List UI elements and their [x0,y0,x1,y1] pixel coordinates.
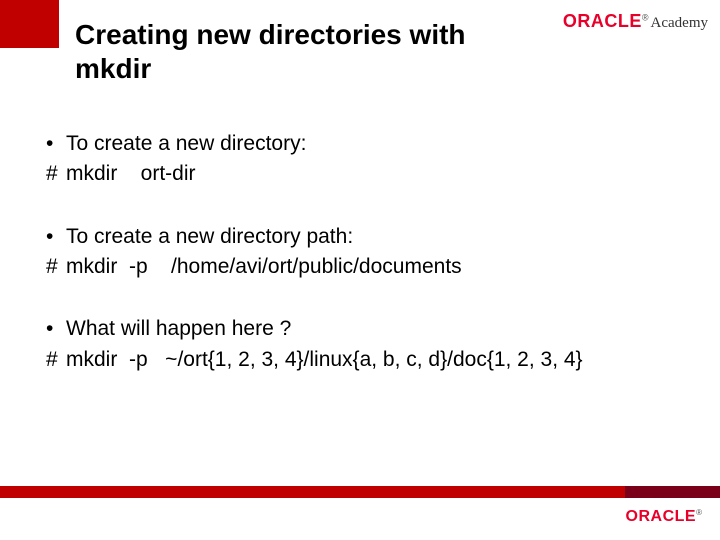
slide-title: Creating new directories with mkdir [75,18,515,85]
command-line: # mkdir -p /home/avi/ort/public/document… [46,253,676,281]
bullet-group: • What will happen here ? # mkdir -p ~/o… [46,315,676,374]
oracle-footer-logo: ORACLE® [626,508,702,526]
command-line: # mkdir ort-dir [46,160,676,188]
bullet-group: • To create a new directory path: # mkdi… [46,223,676,282]
command-text: mkdir -p /home/avi/ort/public/documents [66,253,676,281]
bullet-text: To create a new directory: [66,130,676,158]
command-text: mkdir -p ~/ort{1, 2, 3, 4}/linux{a, b, c… [66,346,676,374]
accent-block [0,0,59,48]
bullet-icon: • [46,130,66,158]
slide-body: • To create a new directory: # mkdir ort… [46,130,676,408]
bullet-text: To create a new directory path: [66,223,676,251]
prompt-hash: # [46,346,66,374]
command-text: mkdir ort-dir [66,160,676,188]
oracle-word: ORACLE [563,12,642,30]
slide: Creating new directories with mkdir ORAC… [0,0,720,540]
bullet-group: • To create a new directory: # mkdir ort… [46,130,676,189]
oracle-academy-logo: ORACLE®Academy [563,12,708,32]
bullet-line: • To create a new directory path: [46,223,676,251]
command-line: # mkdir -p ~/ort{1, 2, 3, 4}/linux{a, b,… [46,346,676,374]
registered-mark: ® [642,13,649,23]
bullet-icon: • [46,315,66,343]
prompt-hash: # [46,253,66,281]
academy-word: Academy [651,15,708,32]
bullet-icon: • [46,223,66,251]
bullet-text: What will happen here ? [66,315,676,343]
footer-accent-bar [0,486,720,498]
bullet-line: • What will happen here ? [46,315,676,343]
prompt-hash: # [46,160,66,188]
bullet-line: • To create a new directory: [46,130,676,158]
oracle-word: ORACLE [626,509,697,525]
registered-mark: ® [696,508,702,517]
